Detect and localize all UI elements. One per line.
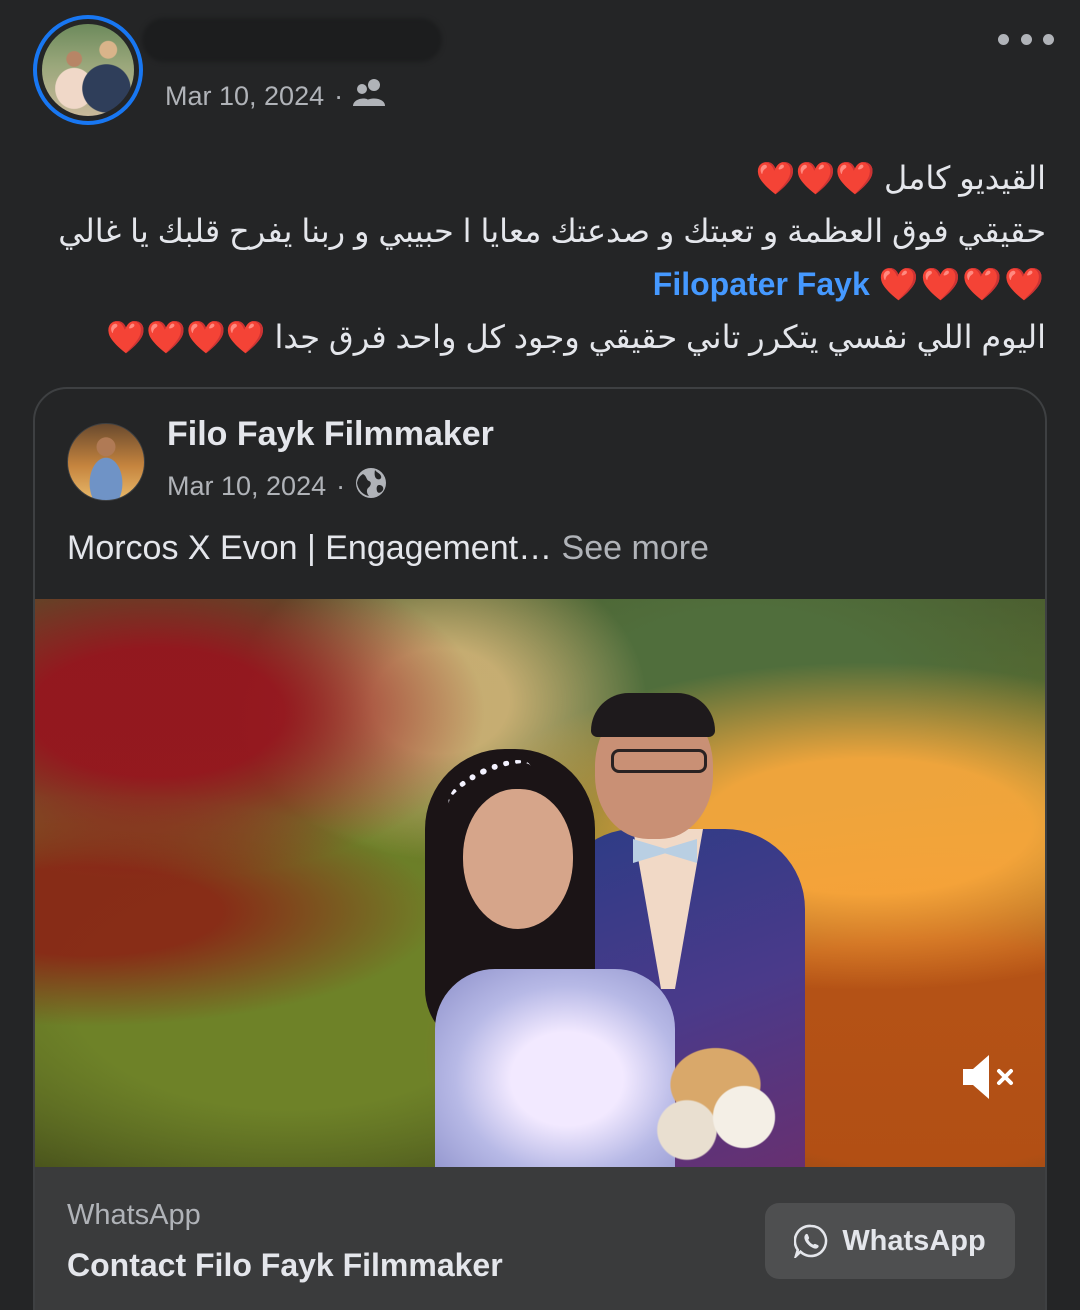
whatsapp-button[interactable]: WhatsApp — [765, 1203, 1015, 1279]
hearts-emoji: ❤️❤️❤️❤️ — [106, 319, 266, 355]
post-text-line: ❤️❤️❤️❤️ Filopater Fayk — [36, 258, 1046, 311]
video-player[interactable] — [35, 599, 1045, 1167]
call-to-action-bar: WhatsApp Contact Filo Fayk Filmmaker Wha… — [35, 1167, 1045, 1310]
more-dot-icon — [1020, 33, 1032, 45]
mention-link[interactable]: Filopater Fayk — [653, 266, 870, 302]
see-more-link[interactable]: See more — [562, 529, 709, 567]
caption-text: Morcos X Evon | Engagement… — [67, 529, 553, 567]
meta-separator: · — [334, 81, 344, 111]
friends-icon — [353, 78, 387, 115]
post-text-line: القيديو كامل ❤️❤️❤️ — [36, 152, 1046, 205]
shared-post-meta: Mar 10, 2024 · — [167, 467, 387, 506]
shared-post-caption: Morcos X Evon | Engagement… See more — [67, 529, 709, 568]
post-date[interactable]: Mar 10, 2024 — [165, 81, 324, 112]
post-meta: Mar 10, 2024 · — [165, 78, 387, 115]
post-text: القيديو كامل ❤️❤️❤️ حقيقي فوق العظمة و ت… — [36, 152, 1046, 364]
hearts-emoji: ❤️❤️❤️ — [755, 160, 876, 196]
meta-separator: · — [336, 471, 346, 501]
post-text-line-4: اليوم اللي نفسي يتكرر تاني حقيقي وجود كل… — [274, 319, 1046, 355]
whatsapp-button-label: WhatsApp — [842, 1224, 986, 1257]
cta-source-label: WhatsApp — [67, 1199, 201, 1231]
hearts-emoji: ❤️❤️❤️❤️ — [878, 266, 1046, 302]
author-avatar[interactable] — [33, 15, 143, 125]
page-name[interactable]: Filo Fayk Filmmaker — [167, 415, 494, 454]
unmute-button[interactable] — [957, 1049, 1021, 1105]
video-frame-bouquet — [630, 1039, 820, 1167]
post-text-line: اليوم اللي نفسي يتكرر تاني حقيقي وجود كل… — [36, 311, 1046, 364]
author-name-redacted — [142, 18, 442, 62]
globe-icon — [355, 467, 387, 506]
shared-post-date[interactable]: Mar 10, 2024 — [167, 471, 326, 502]
more-dot-icon — [1043, 33, 1054, 45]
author-profile-photo — [42, 24, 134, 116]
more-options-button[interactable] — [998, 28, 1054, 50]
more-dot-icon — [998, 33, 1009, 45]
post-text-line-1: القيديو كامل — [884, 160, 1046, 196]
post-text-line: حقيقي فوق العظمة و تعبتك و صدعتك معايا ا… — [36, 205, 1046, 258]
post-text-line-2: حقيقي فوق العظمة و تعبتك و صدعتك معايا ا… — [58, 213, 1046, 249]
shared-post-card[interactable]: Filo Fayk Filmmaker Mar 10, 2024 · Morco… — [33, 387, 1047, 1310]
feed-post: Mar 10, 2024 · القيديو كامل ❤️❤️❤️ حقيقي… — [0, 0, 1080, 1310]
page-avatar[interactable] — [67, 423, 145, 501]
whatsapp-icon — [794, 1224, 828, 1258]
cta-title: Contact Filo Fayk Filmmaker — [67, 1247, 503, 1283]
speaker-muted-icon — [963, 1055, 1013, 1099]
